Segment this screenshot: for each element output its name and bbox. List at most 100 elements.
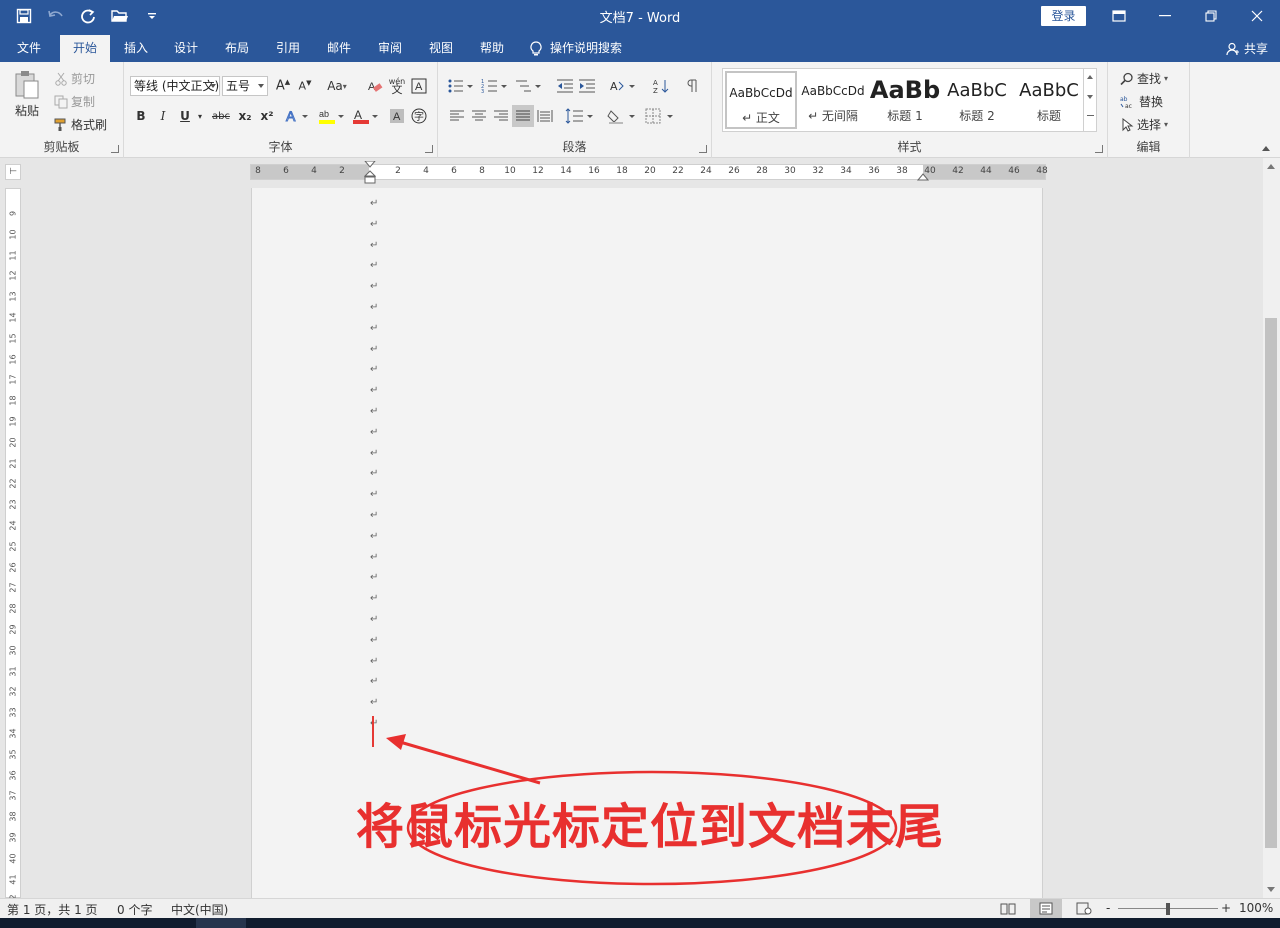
tab-layout[interactable]: 布局 — [215, 35, 259, 62]
ruler-tick-label: 26 — [8, 562, 18, 573]
scroll-up-icon[interactable] — [1267, 164, 1275, 169]
print-layout-icon[interactable] — [1030, 899, 1062, 918]
scroll-thumb[interactable] — [1265, 318, 1277, 848]
restore-icon[interactable] — [1188, 0, 1234, 32]
tab-home[interactable]: 开始 — [60, 35, 110, 62]
style-heading-2[interactable]: AaBbC 标题 2 — [941, 71, 1013, 129]
underline-button[interactable]: U — [174, 105, 196, 127]
character-border-icon[interactable]: A — [408, 75, 430, 97]
align-center-icon[interactable] — [468, 105, 490, 127]
text-effects-icon[interactable]: A — [284, 105, 312, 127]
styles-launcher-icon[interactable] — [1095, 145, 1103, 153]
font-color-icon[interactable]: A — [350, 105, 380, 127]
read-mode-icon[interactable] — [1000, 902, 1016, 918]
clear-formatting-icon[interactable]: A — [364, 75, 386, 97]
vertical-ruler[interactable]: 9 10 11 12 13 14 15 16 17 18 19 20 21 22 23 24 25 26 27 28 2… — [5, 188, 21, 926]
enclose-characters-icon[interactable]: 字 — [408, 105, 430, 127]
horizontal-ruler[interactable]: 8 6 4 2 2 4 6 8 10 12 14 16 18 20 22 24 26 28 30 32 34 36 38 40… — [250, 161, 1048, 184]
distributed-icon[interactable] — [534, 105, 556, 127]
scroll-down-icon[interactable] — [1267, 887, 1275, 892]
tab-mailings[interactable]: 邮件 — [317, 35, 361, 62]
styles-down-icon[interactable] — [1087, 95, 1093, 99]
change-case-button[interactable]: Aa ▾ — [322, 75, 352, 97]
styles-up-icon[interactable] — [1087, 75, 1093, 79]
font-size-select[interactable]: 五号 — [222, 76, 268, 96]
bold-button[interactable]: B — [130, 105, 152, 127]
find-button[interactable]: 查找 ▾ — [1120, 70, 1168, 87]
indent-markers-icon[interactable] — [364, 161, 376, 185]
show-formatting-marks-icon[interactable] — [682, 75, 704, 97]
highlight-color-icon[interactable]: ab — [316, 105, 346, 127]
character-shading-icon[interactable]: A — [386, 105, 408, 127]
cut-button[interactable]: 剪切 — [54, 70, 95, 87]
zoom-in-button[interactable]: + — [1221, 901, 1231, 915]
borders-icon[interactable] — [644, 105, 676, 127]
ruler-tick-label: 9 — [8, 210, 18, 217]
tab-review[interactable]: 审阅 — [368, 35, 412, 62]
paragraph-mark: ↵ — [370, 614, 379, 625]
replace-button[interactable]: ab ac 替换 — [1120, 93, 1163, 110]
shading-icon[interactable] — [606, 105, 638, 127]
grow-font-icon[interactable]: A▲ — [272, 75, 294, 97]
style-heading-1[interactable]: AaBb 标题 1 — [869, 71, 941, 129]
style-title[interactable]: AaBbC 标题 — [1013, 71, 1085, 129]
phonetic-guide-button[interactable]: wén 文 — [386, 75, 408, 97]
font-group: 等线 (中文正文) 五号 A▲ A▼ Aa ▾ A wén 文 A B I U ▾ … — [124, 62, 438, 158]
justify-icon[interactable] — [512, 105, 534, 127]
tab-design[interactable]: 设计 — [164, 35, 208, 62]
decrease-indent-icon[interactable] — [554, 75, 576, 97]
zoom-slider-thumb[interactable] — [1166, 903, 1170, 915]
ruler-tick-label: 16 — [588, 166, 600, 176]
select-button[interactable]: 选择 ▾ — [1120, 116, 1168, 133]
style-no-spacing[interactable]: AaBbCcDd ↵ 无间隔 — [797, 71, 869, 129]
language-indicator[interactable]: 中文(中国) — [171, 901, 228, 918]
chinese-layout-icon[interactable]: A — [608, 75, 638, 97]
shrink-font-icon[interactable]: A▼ — [294, 75, 316, 97]
close-icon[interactable] — [1234, 0, 1280, 32]
clipboard-launcher-icon[interactable] — [111, 145, 119, 153]
strikethrough-button[interactable]: abc — [208, 105, 234, 127]
share-button[interactable]: 共享 — [1226, 40, 1268, 57]
copy-button[interactable]: 复制 — [54, 93, 95, 110]
word-count[interactable]: 0 个字 — [117, 901, 152, 918]
collapse-ribbon-icon[interactable] — [1262, 146, 1270, 151]
styles-more-icon[interactable] — [1087, 115, 1094, 116]
zoom-out-button[interactable]: - — [1106, 901, 1110, 915]
web-layout-icon[interactable] — [1076, 902, 1092, 918]
format-painter-button[interactable]: 格式刷 — [54, 116, 107, 133]
ribbon-display-options-icon[interactable] — [1096, 0, 1142, 32]
tab-selector-icon[interactable]: ⊢ — [5, 164, 21, 180]
line-spacing-icon[interactable] — [564, 105, 596, 127]
bullets-icon[interactable] — [446, 75, 476, 97]
right-indent-icon[interactable] — [917, 173, 929, 183]
multilevel-list-icon[interactable] — [514, 75, 544, 97]
font-launcher-icon[interactable] — [425, 145, 433, 153]
tab-view[interactable]: 视图 — [419, 35, 463, 62]
share-label: 共享 — [1243, 42, 1268, 56]
page-count[interactable]: 第 1 页，共 1 页 — [7, 901, 98, 918]
superscript-button[interactable]: x² — [256, 105, 278, 127]
tab-help[interactable]: 帮助 — [470, 35, 514, 62]
increase-indent-icon[interactable] — [576, 75, 598, 97]
style-normal[interactable]: AaBbCcDd ↵ 正文 — [725, 71, 797, 129]
numbering-icon[interactable]: 123 — [480, 75, 510, 97]
minimize-icon[interactable] — [1142, 0, 1188, 32]
login-button[interactable]: 登录 — [1041, 6, 1086, 26]
align-left-icon[interactable] — [446, 105, 468, 127]
tab-insert[interactable]: 插入 — [114, 35, 158, 62]
paste-button[interactable]: 粘贴 — [14, 70, 40, 119]
paragraph-launcher-icon[interactable] — [699, 145, 707, 153]
zoom-level[interactable]: 100% — [1239, 901, 1273, 915]
sort-icon[interactable]: AZ — [650, 75, 672, 97]
underline-dropdown-icon[interactable]: ▾ — [194, 105, 206, 127]
vertical-scrollbar[interactable] — [1263, 158, 1280, 898]
tab-references[interactable]: 引用 — [266, 35, 310, 62]
taskbar-item[interactable] — [196, 918, 246, 928]
tab-file[interactable]: 文件 — [6, 35, 52, 62]
tell-me-search[interactable]: 操作说明搜索 — [530, 35, 640, 62]
align-right-icon[interactable] — [490, 105, 512, 127]
styles-scroll[interactable] — [1083, 69, 1096, 131]
italic-button[interactable]: I — [152, 105, 174, 127]
font-family-select[interactable]: 等线 (中文正文) — [130, 76, 220, 96]
subscript-button[interactable]: x₂ — [234, 105, 256, 127]
